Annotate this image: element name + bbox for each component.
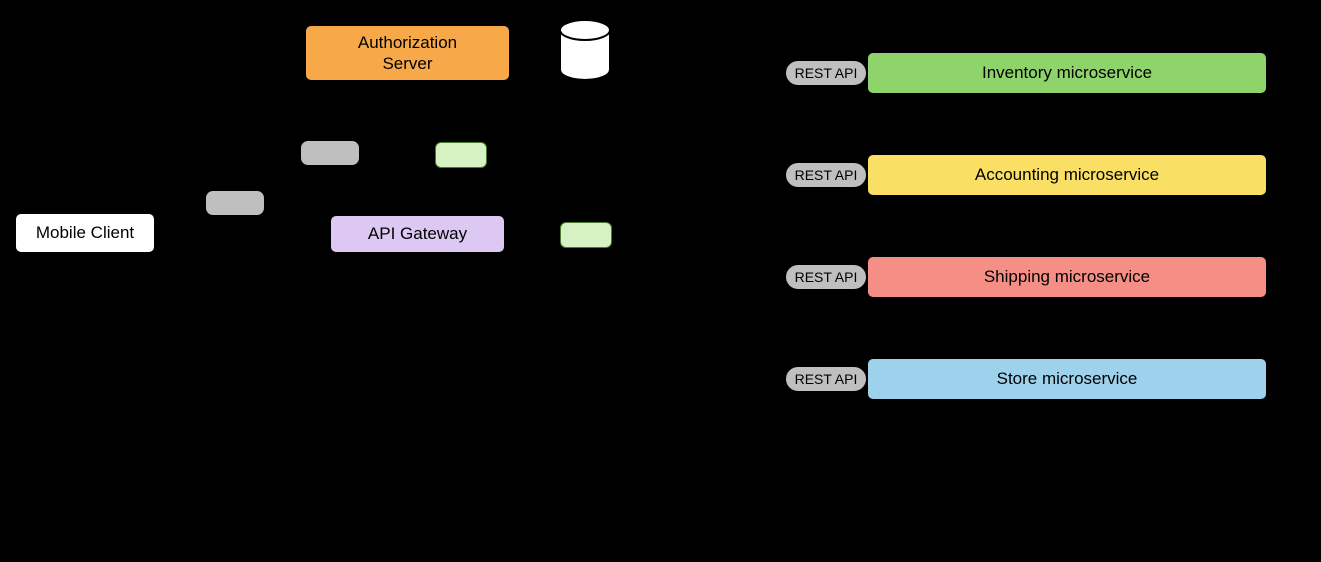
label-step5: 5. Validate access token, identify clien… [435, 100, 601, 136]
step5-marker [435, 142, 487, 168]
label-requests: Requests [600, 400, 663, 418]
label-step6: 6. Respond [220, 300, 297, 318]
store-microservice-node: Store microservice [867, 358, 1267, 400]
accounting-microservice-node: Accounting microservice [867, 154, 1267, 196]
rest-api-pill-store: REST API [785, 366, 867, 392]
step4-marker [205, 190, 265, 216]
mobile-client-node: Mobile Client [15, 213, 155, 253]
label-step1: 1. Request access and refresh tokens [145, 100, 269, 136]
authorization-server-node: Authorization Server [305, 25, 510, 81]
label-step4: 4. Request resources with access token [145, 260, 288, 296]
inventory-microservice-node: Inventory microservice [867, 52, 1267, 94]
diagram-stage: Mobile Client Authorization Server API G… [0, 0, 1321, 562]
rest-api-pill-shipping: REST API [785, 264, 867, 290]
label-inside-perimeter: Inside secured perimeter [520, 252, 685, 270]
api-gateway-node: API Gateway [330, 215, 505, 253]
rest-api-pill-accounting: REST API [785, 162, 867, 188]
database-icon [560, 20, 610, 80]
microservices-subheading: Containerized and Orchestrated by Kubern… [865, 435, 1199, 454]
inside-marker [560, 222, 612, 248]
rest-api-pill-inventory: REST API [785, 60, 867, 86]
label-returned-data: Returned data [594, 452, 689, 470]
shipping-microservice-node: Shipping microservice [867, 256, 1267, 298]
microservices-heading: Microservices [950, 3, 1109, 34]
step1-marker [300, 140, 360, 166]
label-step3: 3. Return tokens [192, 165, 302, 183]
